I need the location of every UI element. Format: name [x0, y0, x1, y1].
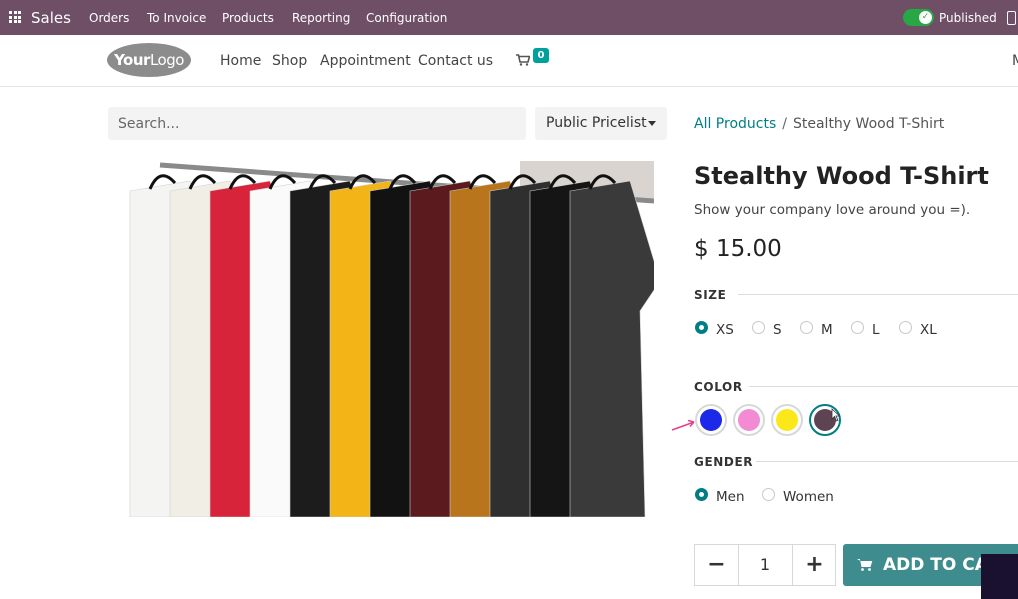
product-description: Show your company love around you =).	[694, 202, 971, 218]
admin-top-bar: Sales Orders To Invoice Products Reporti…	[0, 0, 1018, 35]
product-photo	[120, 161, 654, 517]
video-overlay-thumbnail	[981, 554, 1018, 599]
breadcrumb: All Products / Stealthy Wood T-Shirt	[694, 116, 945, 132]
size-radio-l[interactable]	[851, 321, 864, 334]
color-dot	[738, 409, 760, 431]
size-radio-s[interactable]	[752, 321, 765, 334]
breadcrumb-all-products[interactable]: All Products	[694, 116, 776, 132]
search-input[interactable]	[108, 107, 488, 140]
gender-label: GENDER	[694, 455, 754, 469]
size-label-s[interactable]: S	[773, 322, 782, 338]
nav-shop[interactable]: Shop	[272, 53, 307, 69]
product-price: $ 15.00	[694, 236, 782, 262]
color-swatch-pink[interactable]	[733, 404, 765, 436]
menu-products[interactable]: Products	[222, 11, 274, 25]
color-dot	[776, 409, 798, 431]
mobile-preview-icon[interactable]	[1007, 11, 1016, 25]
check-icon: ✓	[919, 11, 932, 24]
site-logo[interactable]: YourLogo	[107, 43, 191, 77]
cart-icon	[857, 559, 873, 571]
cart-icon[interactable]	[516, 54, 530, 66]
gender-radio-women[interactable]	[762, 488, 775, 501]
size-label-xs[interactable]: XS	[716, 322, 734, 338]
nav-home[interactable]: Home	[220, 53, 261, 69]
minus-icon[interactable]: −	[695, 545, 739, 585]
color-swatch-blue[interactable]	[695, 404, 727, 436]
menu-reporting[interactable]: Reporting	[292, 11, 350, 25]
size-radio-xl[interactable]	[899, 321, 912, 334]
annotation-arrow-icon	[671, 419, 695, 431]
gender-radio-men[interactable]	[695, 488, 708, 501]
product-search	[108, 107, 615, 140]
size-radio-xs[interactable]	[695, 321, 708, 334]
pricelist-dropdown[interactable]: Public Pricelist	[535, 107, 667, 140]
nav-contact-us[interactable]: Contact us	[418, 53, 493, 69]
size-radio-m[interactable]	[800, 321, 813, 334]
product-title: Stealthy Wood T-Shirt	[694, 162, 989, 190]
menu-orders[interactable]: Orders	[89, 11, 129, 25]
color-dot	[700, 409, 722, 431]
product-image[interactable]	[120, 161, 654, 517]
mouse-cursor-icon	[831, 408, 841, 422]
published-toggle[interactable]: ✓	[903, 9, 934, 26]
size-label-l[interactable]: L	[872, 322, 880, 338]
nav-user-menu[interactable]: M	[1012, 53, 1018, 69]
breadcrumb-current: Stealthy Wood T-Shirt	[792, 116, 945, 132]
size-label-m[interactable]: M	[821, 322, 833, 338]
apps-grid-icon[interactable]	[9, 11, 21, 23]
quantity-stepper: − 1 +	[694, 544, 836, 586]
menu-configuration[interactable]: Configuration	[366, 11, 447, 25]
plus-icon[interactable]: +	[792, 545, 836, 585]
gender-label-men[interactable]: Men	[716, 489, 745, 505]
size-label: SIZE	[694, 288, 727, 302]
size-divider	[738, 294, 1018, 295]
quantity-input[interactable]: 1	[739, 545, 791, 585]
cart-count-badge: 0	[533, 48, 549, 63]
nav-appointment[interactable]: Appointment	[320, 53, 411, 69]
app-name[interactable]: Sales	[31, 9, 71, 27]
color-divider	[749, 386, 1018, 387]
gender-divider	[756, 461, 1018, 462]
gender-label-women[interactable]: Women	[783, 489, 834, 505]
website-header: YourLogo Home Shop Appointment Contact u…	[0, 35, 1018, 87]
size-label-xl[interactable]: XL	[920, 322, 937, 338]
color-label: COLOR	[694, 380, 743, 394]
color-swatch-yellow[interactable]	[771, 404, 803, 436]
published-label[interactable]: Published	[939, 11, 997, 25]
menu-to-invoice[interactable]: To Invoice	[147, 11, 206, 25]
caret-down-icon	[648, 121, 656, 126]
